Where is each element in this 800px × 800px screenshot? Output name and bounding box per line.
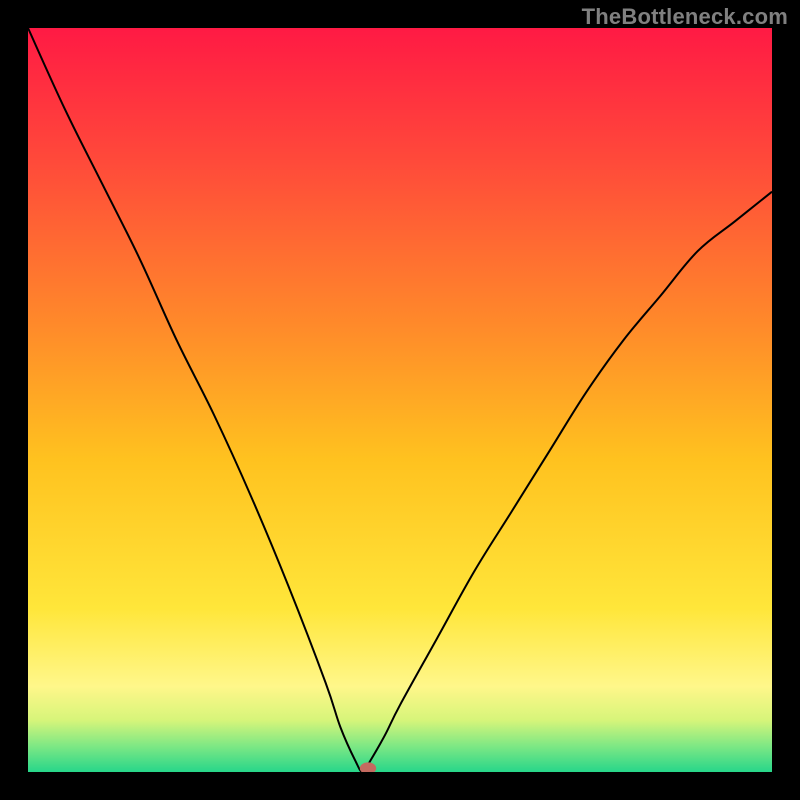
plot-area <box>28 28 772 772</box>
gradient-background <box>28 28 772 772</box>
attribution-text: TheBottleneck.com <box>582 4 788 30</box>
plot-svg <box>28 28 772 772</box>
chart-frame: TheBottleneck.com <box>0 0 800 800</box>
